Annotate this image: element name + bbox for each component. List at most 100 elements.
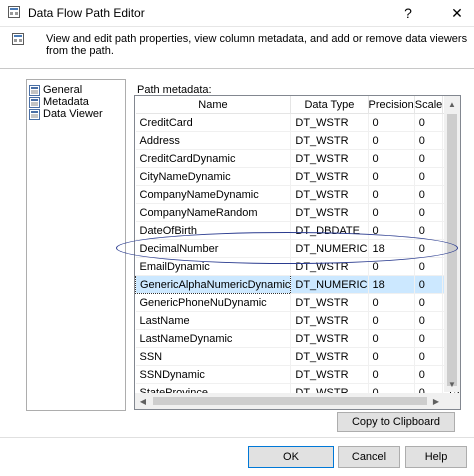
- table-row[interactable]: CreditCardDT_WSTR00500: [135, 113, 460, 132]
- cell-precision: 0: [368, 185, 415, 204]
- table-row[interactable]: LastNameDT_WSTR001500: [135, 311, 460, 330]
- cell-name: CreditCard: [135, 113, 292, 132]
- cell-data-type: DT_WSTR: [290, 347, 369, 366]
- table-row[interactable]: CompanyNameRandomDT_WSTR001500: [135, 203, 460, 222]
- app-icon: [8, 6, 20, 18]
- table-row[interactable]: CityNameDynamicDT_WSTR001500: [135, 167, 460, 186]
- cell-scale: 0: [414, 185, 444, 204]
- page-navigation-tree[interactable]: General Metadata Data Viewer: [26, 79, 126, 411]
- cell-precision: 0: [368, 347, 415, 366]
- table-row[interactable]: EmailDynamicDT_WSTR001500: [135, 257, 460, 276]
- column-header-name[interactable]: Name: [135, 96, 292, 114]
- help-button[interactable]: Help: [405, 446, 467, 468]
- cell-data-type: DT_WSTR: [290, 257, 369, 276]
- table-row[interactable]: GenericAlphaNumericDynamicDT_NUMERIC1800…: [135, 275, 460, 294]
- table-row[interactable]: AddressDT_WSTR00500: [135, 131, 460, 150]
- question-icon: ?: [404, 5, 412, 21]
- cell-scale: 0: [414, 203, 444, 222]
- window-title: Data Flow Path Editor: [28, 6, 145, 20]
- nav-item-label: General: [43, 84, 83, 96]
- nav-item-general[interactable]: General: [29, 84, 82, 96]
- cell-data-type: DT_WSTR: [290, 167, 369, 186]
- cell-scale: 0: [414, 293, 444, 312]
- metadata-page-icon: [29, 96, 40, 108]
- cell-data-type: DT_WSTR: [290, 113, 369, 132]
- help-title-button[interactable]: ?: [392, 0, 424, 26]
- nav-item-data-viewer[interactable]: Data Viewer: [29, 108, 103, 120]
- cell-data-type: DT_WSTR: [290, 131, 369, 150]
- footer-divider: [0, 437, 474, 438]
- horizontal-scrollbar[interactable]: ◀ ▶: [135, 393, 444, 409]
- close-icon: ✕: [451, 4, 463, 21]
- scroll-down-icon[interactable]: ▼: [444, 376, 460, 392]
- cell-scale: 0: [414, 149, 444, 168]
- table-row[interactable]: SSNDT_WSTR001500: [135, 347, 460, 366]
- general-page-icon: [29, 84, 40, 96]
- cell-name: LastName: [135, 311, 292, 330]
- cell-data-type: DT_WSTR: [290, 311, 369, 330]
- cell-name: CityNameDynamic: [135, 167, 292, 186]
- cell-scale: 0: [414, 131, 444, 150]
- column-header-precision[interactable]: Precision: [368, 96, 415, 114]
- cell-data-type: DT_WSTR: [290, 149, 369, 168]
- cell-precision: 0: [368, 365, 415, 384]
- cell-name: LastNameDynamic: [135, 329, 292, 348]
- table-row[interactable]: DateOfBirthDT_DBDATE0000: [135, 221, 460, 240]
- cell-name: GenericPhoneNuDynamic: [135, 293, 292, 312]
- nav-item-metadata[interactable]: Metadata: [29, 96, 89, 108]
- cell-precision: 0: [368, 311, 415, 330]
- nav-item-label: Metadata: [43, 96, 89, 108]
- cell-precision: 0: [368, 113, 415, 132]
- scroll-up-icon[interactable]: ▲: [444, 96, 460, 112]
- close-button[interactable]: ✕: [440, 0, 474, 26]
- cell-precision: 0: [368, 257, 415, 276]
- cell-name: GenericAlphaNumericDynamic: [135, 275, 292, 294]
- cell-precision: 18: [368, 275, 415, 294]
- cell-name: DateOfBirth: [135, 221, 292, 240]
- cell-name: CompanyNameRandom: [135, 203, 292, 222]
- cell-data-type: DT_WSTR: [290, 329, 369, 348]
- cell-scale: 0: [414, 221, 444, 240]
- cell-scale: 0: [414, 239, 444, 258]
- table-row[interactable]: LastNameDynamicDT_WSTR001500: [135, 329, 460, 348]
- horizontal-scroll-thumb[interactable]: [153, 397, 427, 405]
- metadata-grid[interactable]: Name Data Type Precision Scale Length C …: [134, 95, 461, 410]
- cell-precision: 0: [368, 203, 415, 222]
- cell-data-type: DT_WSTR: [290, 365, 369, 384]
- nav-item-label: Data Viewer: [43, 108, 103, 120]
- ok-button[interactable]: OK: [248, 446, 334, 468]
- cell-precision: 0: [368, 221, 415, 240]
- cell-precision: 18: [368, 239, 415, 258]
- editor-icon: [12, 33, 24, 45]
- title-bar: Data Flow Path Editor ? ✕: [0, 0, 474, 27]
- cell-name: CompanyNameDynamic: [135, 185, 292, 204]
- cell-precision: 0: [368, 131, 415, 150]
- cell-name: SSN: [135, 347, 292, 366]
- column-header-data-type[interactable]: Data Type: [290, 96, 369, 114]
- header-description: View and edit path properties, view colu…: [46, 33, 468, 57]
- table-header-row: Name Data Type Precision Scale Length C: [135, 96, 460, 114]
- scroll-right-icon[interactable]: ▶: [428, 393, 444, 409]
- vertical-scrollbar[interactable]: ▲ ▼: [444, 96, 460, 392]
- column-header-scale[interactable]: Scale: [414, 96, 444, 114]
- cell-name: EmailDynamic: [135, 257, 292, 276]
- vertical-scroll-thumb[interactable]: [447, 114, 457, 386]
- copy-to-clipboard-button[interactable]: Copy to Clipboard: [337, 412, 455, 432]
- cell-data-type: DT_WSTR: [290, 293, 369, 312]
- scroll-corner: [444, 393, 460, 409]
- table-row[interactable]: GenericPhoneNuDynamicDT_WSTR001500: [135, 293, 460, 312]
- cancel-button[interactable]: Cancel: [338, 446, 400, 468]
- header-panel: View and edit path properties, view colu…: [0, 27, 474, 67]
- cell-scale: 0: [414, 275, 444, 294]
- table-row[interactable]: SSNDynamicDT_WSTR001500: [135, 365, 460, 384]
- cell-scale: 0: [414, 347, 444, 366]
- cell-name: Address: [135, 131, 292, 150]
- cell-scale: 0: [414, 311, 444, 330]
- cell-data-type: DT_WSTR: [290, 185, 369, 204]
- scroll-left-icon[interactable]: ◀: [135, 393, 151, 409]
- table-row[interactable]: CompanyNameDynamicDT_WSTR001500: [135, 185, 460, 204]
- cell-precision: 0: [368, 329, 415, 348]
- table-row[interactable]: CreditCardDynamicDT_WSTR00500: [135, 149, 460, 168]
- table-body: CreditCardDT_WSTR00500AddressDT_WSTR0050…: [135, 113, 460, 409]
- table-row[interactable]: DecimalNumberDT_NUMERIC18000: [135, 239, 460, 258]
